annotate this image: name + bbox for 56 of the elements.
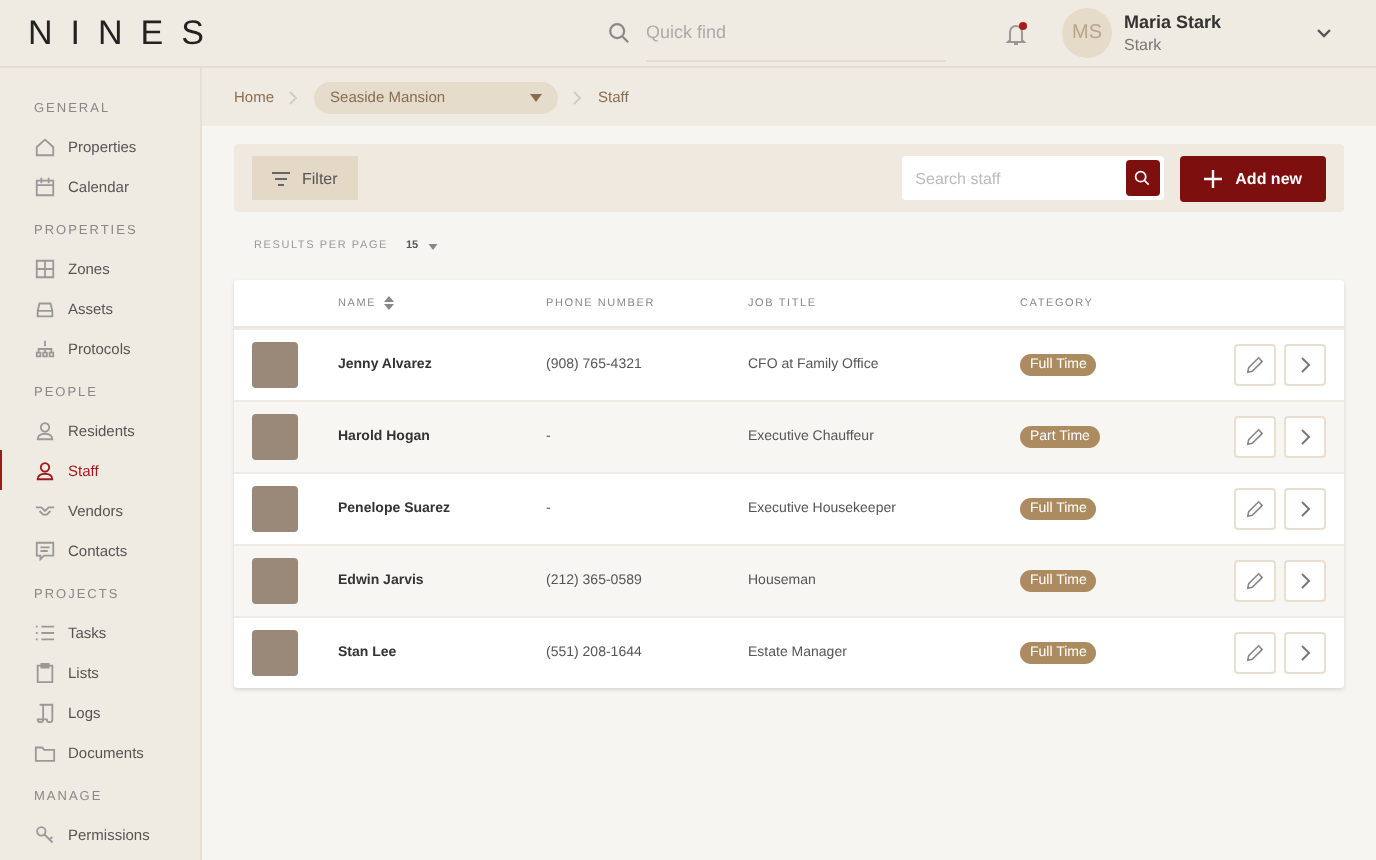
- house-icon: [34, 135, 56, 157]
- photo-placeholder: [252, 630, 298, 676]
- key-icon: [34, 823, 56, 845]
- photo-placeholder: [252, 486, 298, 532]
- filter-icon: [272, 171, 290, 185]
- chevron-right-icon: [1299, 500, 1311, 518]
- chat-icon: [34, 539, 56, 561]
- chevron-right-icon: [572, 89, 585, 105]
- chevron-right-icon: [1299, 428, 1311, 446]
- sort-icon: [384, 296, 395, 310]
- pencil-icon: [1246, 644, 1264, 662]
- scroll-icon: [34, 701, 56, 723]
- grid-icon: [34, 257, 56, 279]
- person-icon: [34, 459, 56, 481]
- hierarchy-icon: [34, 337, 56, 359]
- bell-icon[interactable]: [1002, 19, 1030, 47]
- search-staff-field[interactable]: Search staff: [901, 156, 1164, 200]
- user-subtitle: Stark: [1124, 36, 1164, 54]
- open-button[interactable]: [1284, 416, 1326, 458]
- edit-button[interactable]: [1234, 488, 1276, 530]
- calendar-icon: [34, 175, 56, 197]
- pencil-icon: [1246, 572, 1264, 590]
- list-icon: [34, 621, 56, 643]
- photo-placeholder: [252, 558, 298, 604]
- edit-button[interactable]: [1234, 344, 1276, 386]
- quick-find-field[interactable]: Quick find: [646, 4, 946, 62]
- photo-placeholder: [252, 414, 298, 460]
- caret-icon: [530, 93, 543, 101]
- search-icon: [608, 22, 630, 44]
- edit-button[interactable]: [1234, 632, 1276, 674]
- open-button[interactable]: [1284, 488, 1326, 530]
- photo-placeholder: [252, 342, 298, 388]
- chevron-down-icon[interactable]: [1316, 27, 1332, 39]
- chevron-right-icon: [288, 89, 301, 105]
- search-icon: [1134, 170, 1151, 186]
- open-button[interactable]: [1284, 560, 1326, 602]
- person-icon: [34, 419, 56, 441]
- edit-button[interactable]: [1234, 560, 1276, 602]
- folder-icon: [34, 741, 56, 763]
- open-button[interactable]: [1284, 344, 1326, 386]
- chevron-right-icon: [1299, 356, 1311, 374]
- clipboard-icon: [34, 661, 56, 683]
- plus-icon: [1203, 169, 1222, 187]
- user-name: Maria Stark: [1124, 12, 1224, 32]
- chevron-right-icon: [1299, 644, 1311, 662]
- edit-button[interactable]: [1234, 416, 1276, 458]
- filter-button[interactable]: Filter: [252, 156, 358, 200]
- chevron-right-icon: [1299, 572, 1311, 590]
- logo: NINES: [28, 13, 224, 53]
- add-new-button[interactable]: Add new: [1179, 155, 1326, 201]
- pencil-icon: [1246, 500, 1264, 518]
- caret-icon: [428, 243, 439, 249]
- open-button[interactable]: [1284, 632, 1326, 674]
- pencil-icon: [1246, 356, 1264, 374]
- search-button[interactable]: [1125, 160, 1160, 196]
- pencil-icon: [1246, 428, 1264, 446]
